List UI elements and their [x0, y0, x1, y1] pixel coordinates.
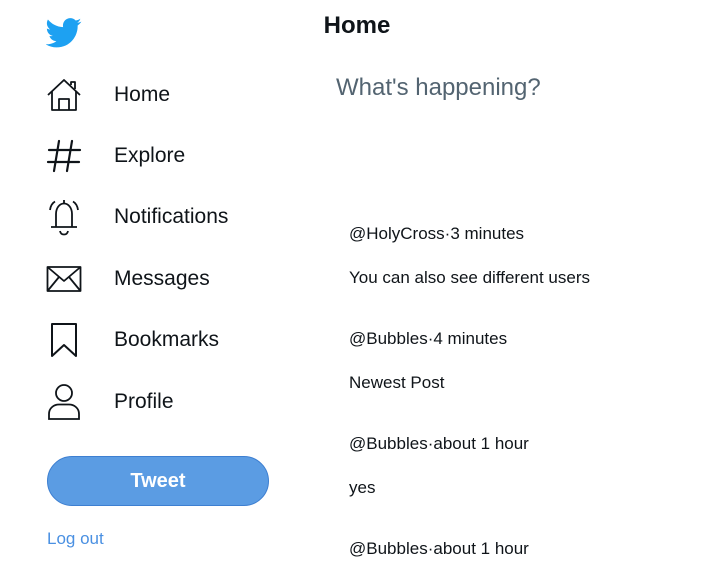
sidebar-item-explore[interactable]: Explore: [44, 134, 284, 178]
home-icon: [44, 75, 84, 115]
hashtag-icon: [44, 136, 84, 176]
compose-input[interactable]: [336, 74, 696, 102]
post-text: You can also see different users: [349, 268, 590, 287]
sidebar-item-label: Messages: [114, 267, 210, 290]
list-item[interactable]: @Bubbles·about 1 hour: [349, 539, 709, 559]
page-title: Home: [323, 12, 391, 39]
post-text: yes: [349, 478, 376, 497]
post-time: about 1 hour: [433, 434, 529, 453]
sidebar-item-label: Notifications: [114, 205, 229, 228]
sidebar-item-label: Home: [114, 83, 171, 106]
list-item[interactable]: @Bubbles·4 minutes Newest Post: [349, 329, 709, 393]
person-icon: [44, 382, 84, 422]
post-handle[interactable]: @HolyCross: [349, 224, 445, 243]
list-item[interactable]: @HolyCross·3 minutes You can also see di…: [349, 224, 709, 288]
post-meta: @Bubbles·4 minutes: [349, 329, 709, 349]
envelope-icon: [44, 259, 84, 299]
post-handle[interactable]: @Bubbles: [349, 434, 428, 453]
post-handle[interactable]: @Bubbles: [349, 539, 428, 558]
tweet-button[interactable]: Tweet: [47, 456, 269, 506]
sidebar: Home Explore Notifications Messages Book…: [0, 0, 300, 574]
sidebar-item-label: Explore: [114, 144, 186, 167]
bookmark-icon: [44, 320, 84, 360]
sidebar-item-bookmarks[interactable]: Bookmarks: [44, 318, 284, 362]
post-meta: @Bubbles·about 1 hour: [349, 539, 709, 559]
sidebar-item-profile[interactable]: Profile: [44, 380, 284, 424]
main-feed: Home @HolyCross·3 minutes You can also s…: [300, 0, 720, 574]
post-text: Newest Post: [349, 373, 445, 392]
post-time: 3 minutes: [450, 224, 525, 243]
sidebar-item-label: Profile: [114, 390, 174, 413]
post-time: 4 minutes: [433, 329, 508, 348]
sidebar-item-label: Bookmarks: [114, 328, 220, 351]
post-time: about 1 hour: [433, 539, 529, 558]
sidebar-item-messages[interactable]: Messages: [44, 257, 284, 301]
twitter-bird-icon[interactable]: [45, 17, 82, 49]
post-handle[interactable]: @Bubbles: [349, 329, 428, 348]
post-meta: @Bubbles·about 1 hour: [349, 434, 709, 454]
sidebar-item-home[interactable]: Home: [44, 73, 284, 117]
bell-icon: [44, 197, 84, 237]
list-item[interactable]: @Bubbles·about 1 hour yes: [349, 434, 709, 498]
sidebar-item-notifications[interactable]: Notifications: [44, 195, 284, 239]
post-meta: @HolyCross·3 minutes: [349, 224, 709, 244]
logout-link[interactable]: Log out: [47, 529, 104, 549]
